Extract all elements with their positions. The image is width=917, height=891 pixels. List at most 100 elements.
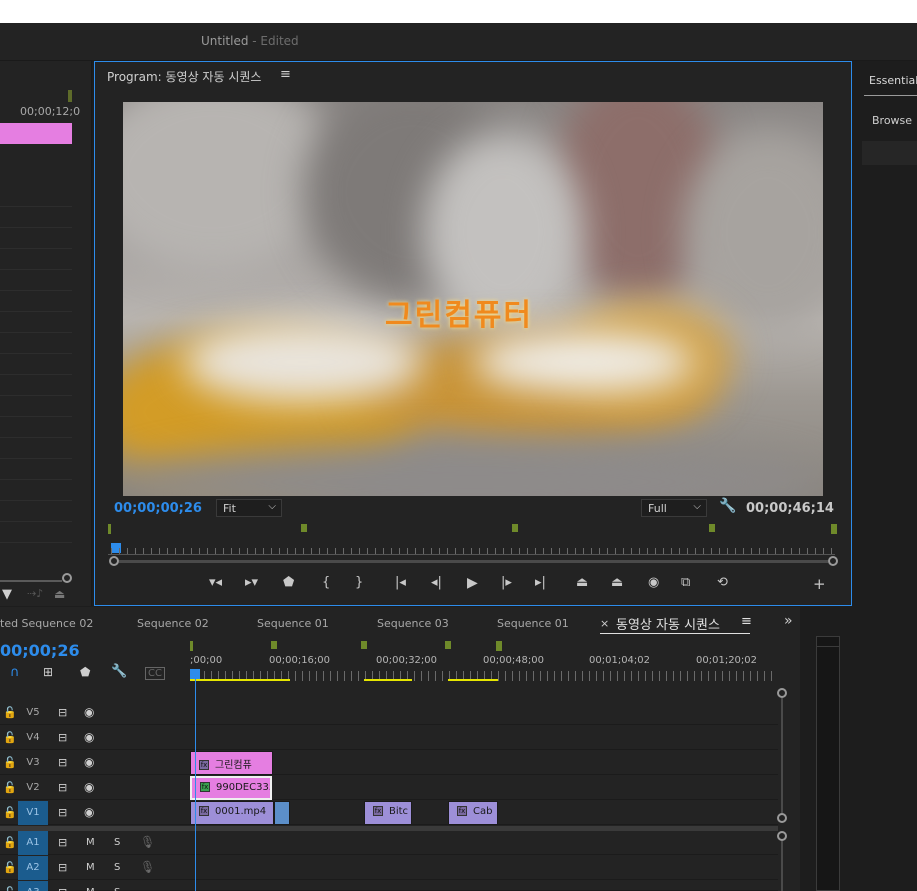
track-name[interactable]: A2 [18, 856, 48, 880]
button-editor-icon[interactable]: ⧉ [681, 575, 690, 590]
scroll-handle[interactable] [777, 688, 787, 698]
marker-icon[interactable] [445, 641, 451, 649]
marker-icon[interactable] [496, 641, 502, 651]
tab-sequence-01[interactable]: Sequence 01 [257, 617, 329, 630]
go-in-icon[interactable]: { [322, 575, 330, 590]
sync-lock-icon[interactable]: ⊟ [58, 806, 67, 819]
filter-icon[interactable]: ▼ [2, 587, 12, 602]
sync-lock-icon[interactable]: ⊟ [58, 706, 67, 719]
clip-video[interactable]: fx Bitc [364, 801, 412, 825]
tab-sequence-03[interactable]: Sequence 03 [377, 617, 449, 630]
sync-lock-icon[interactable]: ⊟ [58, 886, 67, 891]
linked-selection-icon[interactable]: ⊞ [43, 665, 53, 679]
sync-lock-icon[interactable]: ⊟ [58, 731, 67, 744]
zoom-scrollbar[interactable] [0, 580, 62, 582]
track-name[interactable]: A3 [18, 881, 48, 891]
marker-icon[interactable] [271, 641, 277, 649]
export-icon[interactable]: ⏏ [54, 587, 65, 601]
lock-icon[interactable]: 🔓 [3, 731, 17, 744]
marker-icon[interactable]: ⬟ [283, 575, 294, 590]
tab-browse[interactable]: Browse [872, 114, 912, 127]
wrench-icon[interactable]: 🔧 [111, 664, 127, 679]
clip-graphic[interactable]: fx 그린컴퓨 [190, 751, 273, 775]
mark-in-icon[interactable]: ▾◂ [209, 575, 222, 590]
eye-icon[interactable]: ◉ [84, 730, 94, 744]
track-name[interactable]: V4 [18, 726, 48, 750]
scroll-handle[interactable] [777, 831, 787, 841]
compare-icon[interactable]: ⟲ [717, 575, 728, 590]
hamburger-icon[interactable]: ≡ [741, 614, 752, 629]
lock-icon[interactable]: 🔓 [3, 836, 17, 849]
hamburger-icon[interactable]: ≡ [280, 67, 291, 82]
eye-icon[interactable]: ◉ [84, 755, 94, 769]
snap-icon[interactable]: ∩ [10, 665, 20, 680]
clip-video[interactable]: fx Cab [448, 801, 498, 825]
marker-icon[interactable] [301, 524, 307, 532]
tab-active-sequence[interactable]: 동영상 자동 시퀀스 [616, 614, 720, 633]
marker-icon[interactable] [190, 641, 193, 651]
track-name[interactable]: V5 [18, 701, 48, 725]
clip-bar[interactable] [0, 123, 72, 144]
track-name[interactable]: V3 [18, 751, 48, 775]
step-in-icon[interactable]: |◂ [395, 575, 406, 590]
eye-icon[interactable]: ◉ [84, 780, 94, 794]
track-name[interactable]: A1 [18, 831, 48, 855]
play-icon[interactable]: ▶ [467, 575, 478, 591]
timeline-timecode[interactable]: 00;00;26 [0, 641, 80, 660]
tab-sequence-01-b[interactable]: Sequence 01 [497, 617, 569, 630]
wrench-icon[interactable]: 🔧 [719, 498, 736, 514]
lock-icon[interactable]: 🔓 [3, 886, 17, 891]
mute-button[interactable]: M [86, 862, 95, 873]
tab-nested-sequence-02[interactable]: ted Sequence 02 [0, 617, 93, 630]
clip-video[interactable] [274, 801, 290, 825]
fit-dropdown[interactable]: Fit ⌵ [216, 499, 282, 517]
tab-essential[interactable]: Essential [869, 74, 917, 87]
solo-button[interactable]: S [114, 862, 120, 873]
mark-out-icon[interactable]: ▸▾ [245, 575, 258, 590]
microphone-icon[interactable]: 🎙 [140, 860, 155, 874]
add-icon[interactable]: + [813, 575, 826, 593]
playhead-icon[interactable] [190, 669, 200, 679]
clip-image[interactable]: fx 990DEC335 [190, 776, 272, 800]
sync-lock-icon[interactable]: ⊟ [58, 836, 67, 849]
sync-lock-icon[interactable]: ⊟ [58, 861, 67, 874]
step-back-icon[interactable]: ◂| [431, 575, 442, 590]
clip-video[interactable]: fx 0001.mp4 [190, 801, 274, 825]
lock-icon[interactable]: 🔓 [3, 756, 17, 769]
track-name[interactable]: V2 [18, 776, 48, 800]
step-forward-icon[interactable]: |▸ [501, 575, 512, 590]
tab-sequence-02[interactable]: Sequence 02 [137, 617, 209, 630]
zoom-handle-left[interactable] [109, 556, 119, 566]
marker-icon[interactable] [361, 641, 367, 649]
zoom-handle-right[interactable] [828, 556, 838, 566]
marker-icon[interactable] [709, 524, 715, 532]
mute-button[interactable]: M [86, 837, 95, 848]
marker-icon[interactable]: ⬟ [80, 665, 90, 679]
extract-icon[interactable]: ⏏ [611, 575, 623, 590]
mute-button[interactable]: M [86, 887, 95, 891]
scroll-handle[interactable] [777, 813, 787, 823]
audio-scrollbar[interactable] [781, 841, 783, 891]
lock-icon[interactable]: 🔓 [3, 781, 17, 794]
sync-lock-icon[interactable]: ⊟ [58, 756, 67, 769]
marker-icon[interactable] [831, 524, 837, 534]
lift-icon[interactable]: ⏏ [576, 575, 588, 590]
zoom-handle[interactable] [62, 573, 72, 583]
browse-field[interactable] [862, 141, 917, 165]
sync-lock-icon[interactable]: ⊟ [58, 781, 67, 794]
video-scrollbar[interactable] [781, 698, 783, 813]
captions-icon[interactable]: CC [145, 667, 165, 680]
go-out-icon[interactable]: } [355, 575, 363, 590]
lock-icon[interactable]: 🔓 [3, 806, 17, 819]
go-end-icon[interactable]: ▸| [535, 575, 546, 590]
zoom-scrollbar[interactable] [119, 560, 828, 563]
solo-button[interactable]: S [114, 837, 120, 848]
eye-icon[interactable]: ◉ [84, 705, 94, 719]
close-icon[interactable]: × [600, 617, 609, 630]
marker-icon[interactable] [512, 524, 518, 532]
marker-icon[interactable] [68, 90, 72, 102]
chevron-double-right-icon[interactable]: » [784, 613, 793, 629]
marker-icon[interactable] [108, 524, 111, 534]
eye-icon[interactable]: ◉ [84, 805, 94, 819]
microphone-icon[interactable]: 🎙 [140, 835, 155, 849]
